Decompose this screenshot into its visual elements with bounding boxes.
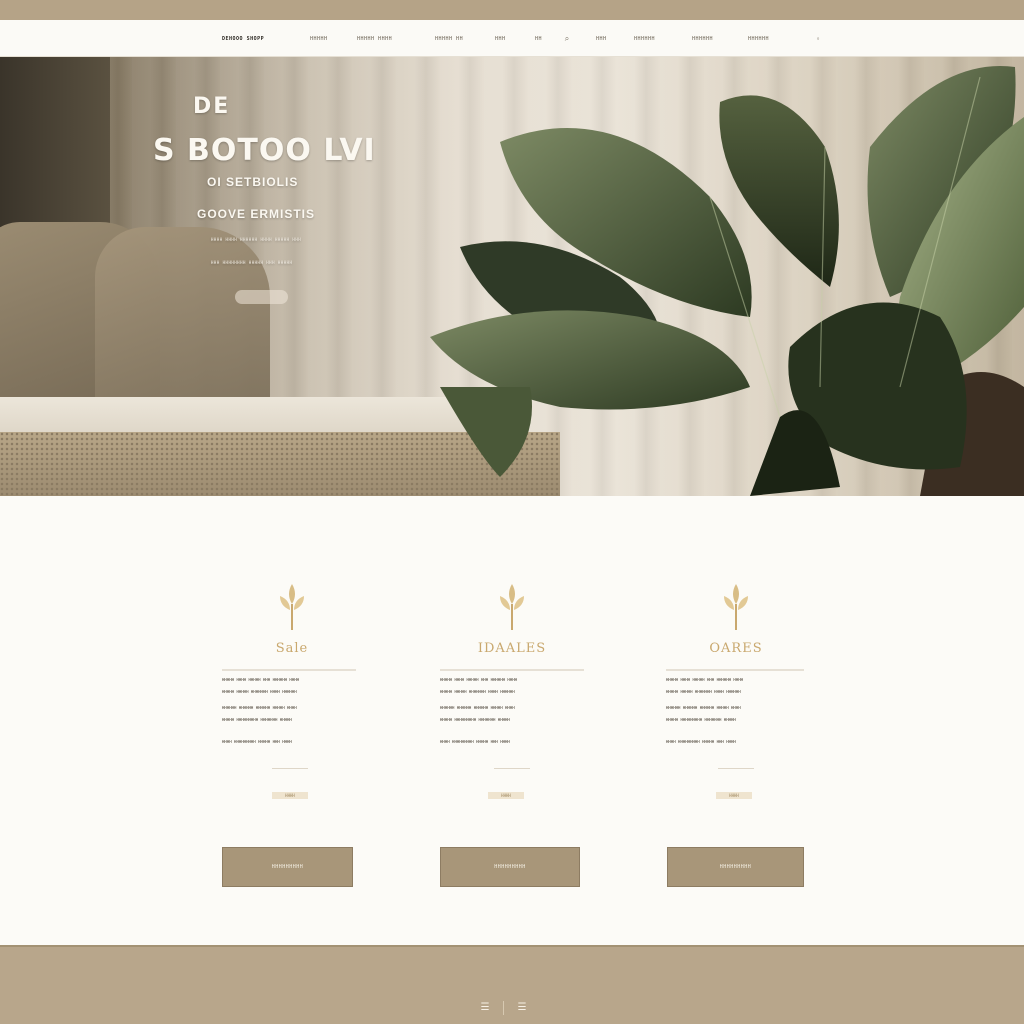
feature-tag: HHHH bbox=[716, 792, 752, 799]
divider bbox=[494, 768, 530, 769]
divider bbox=[440, 669, 584, 671]
feature-text-line: HHHHH HHHHHHHHH HHHHHHH HHHHH bbox=[222, 718, 292, 722]
feature-text-line: HHHH HHHHHHHHH HHHHH HHH HHHH bbox=[440, 740, 510, 744]
feature-text-line: HHHH HHHHHHHHH HHHHH HHH HHHH bbox=[666, 740, 736, 744]
feature-text-line: HHHHHH HHHHHH HHHHHH HHHHH HHHH bbox=[666, 706, 741, 710]
top-strip bbox=[0, 0, 1024, 20]
hero-title: S BOTOO LVI bbox=[153, 133, 376, 168]
feature-text-line: HHHHH HHHHH HHHHHHH HHHH HHHHHH bbox=[222, 690, 297, 694]
hero-tagline: GOOVE ERMISTIS bbox=[197, 207, 316, 221]
feature-text-line: HHHH HHHHHHHHH HHHHH HHH HHHH bbox=[222, 740, 292, 744]
feature-text-line: HHHHH HHHHH HHHHHHH HHHH HHHHHH bbox=[666, 690, 741, 694]
nav-item-1[interactable]: HHHHH bbox=[310, 34, 328, 44]
nav-item-2[interactable]: HHHHH HHHH bbox=[357, 34, 392, 44]
nav-item-9[interactable]: HHHHHH bbox=[748, 34, 769, 44]
hero-banner: DE S BOTOO LVI OI SETBIOLIS GOOVE ERMIST… bbox=[0, 57, 1024, 496]
list-icon[interactable]: ☰ bbox=[515, 1003, 529, 1013]
footer: ☰ ☰ bbox=[0, 945, 1024, 1024]
nav-item-7[interactable]: HHHHHH bbox=[634, 34, 655, 44]
hero-subtitle: OI SETBIOLIS bbox=[207, 175, 299, 189]
feature-text-line: HHHHH HHHH HHHHH HHH HHHHHH HHHH bbox=[222, 678, 300, 682]
nav-brand[interactable]: DEHOOO SHOPP bbox=[222, 34, 264, 44]
nav-item-6[interactable]: HHH bbox=[596, 34, 607, 44]
nav-item-8[interactable]: HHHHHH bbox=[692, 34, 713, 44]
divider bbox=[272, 768, 308, 769]
hero-description-line: HHHH HHHH HHHHHH HHHH HHHHH HHH bbox=[211, 237, 302, 242]
features-section: Sale HHHHH HHHH HHHHH HHH HHHHHH HHHH HH… bbox=[0, 496, 1024, 945]
plant-image bbox=[430, 66, 1024, 496]
feature-tag: HHHH bbox=[272, 792, 308, 799]
feature-card: Sale HHHHH HHHH HHHHH HHH HHHHHH HHHH HH… bbox=[222, 496, 362, 945]
cart-icon[interactable]: ◦ bbox=[813, 34, 823, 44]
wheat-logo-icon bbox=[500, 584, 524, 630]
nav-item-3[interactable]: HHHHH HH bbox=[435, 34, 463, 44]
hero-cta-button[interactable] bbox=[235, 290, 288, 304]
feature-tag: HHHH bbox=[488, 792, 524, 799]
feature-text-line: HHHHH HHHHH HHHHHHH HHHH HHHHHH bbox=[440, 690, 515, 694]
feature-text-line: HHHHH HHHH HHHHH HHH HHHHHH HHHH bbox=[666, 678, 744, 682]
footer-divider bbox=[503, 1001, 504, 1015]
feature-card: OARES HHHHH HHHH HHHHH HHH HHHHHH HHHH H… bbox=[666, 496, 806, 945]
feature-button[interactable]: HHHHHHHHH bbox=[667, 847, 804, 887]
feature-text-line: HHHHH HHHH HHHHH HHH HHHHHH HHHH bbox=[440, 678, 518, 682]
nav-item-5[interactable]: HH bbox=[535, 34, 542, 44]
hero-heading-line: DE bbox=[193, 94, 231, 119]
menu-icon[interactable]: ☰ bbox=[478, 1003, 492, 1013]
feature-button[interactable]: HHHHHHHHH bbox=[222, 847, 353, 887]
feature-title: OARES bbox=[709, 641, 763, 656]
feature-text-line: HHHHH HHHHHHHHH HHHHHHH HHHHH bbox=[440, 718, 510, 722]
divider bbox=[222, 669, 356, 671]
feature-card: IDAALES HHHHH HHHH HHHHH HHH HHHHHH HHHH… bbox=[440, 496, 585, 945]
search-icon[interactable]: ⌕ bbox=[562, 34, 572, 44]
feature-button[interactable]: HHHHHHHHH bbox=[440, 847, 580, 887]
divider bbox=[718, 768, 754, 769]
feature-title: IDAALES bbox=[477, 641, 547, 656]
navbar: DEHOOO SHOPP HHHHH HHHHH HHHH HHHHH HH H… bbox=[0, 20, 1024, 57]
nav-item-4[interactable]: HHH bbox=[495, 34, 506, 44]
feature-text-line: HHHHHH HHHHHH HHHHHH HHHHH HHHH bbox=[440, 706, 515, 710]
feature-text-line: HHHHHH HHHHHH HHHHHH HHHHH HHHH bbox=[222, 706, 297, 710]
wheat-logo-icon bbox=[280, 584, 304, 630]
hero-description-line: HHH HHHHHHHH HHHHH HHH HHHHH bbox=[211, 260, 293, 265]
headboard-image bbox=[0, 57, 110, 227]
wheat-logo-icon bbox=[724, 584, 748, 630]
divider bbox=[666, 669, 804, 671]
feature-text-line: HHHHH HHHHHHHHH HHHHHHH HHHHH bbox=[666, 718, 736, 722]
feature-title: Sale bbox=[275, 641, 309, 656]
